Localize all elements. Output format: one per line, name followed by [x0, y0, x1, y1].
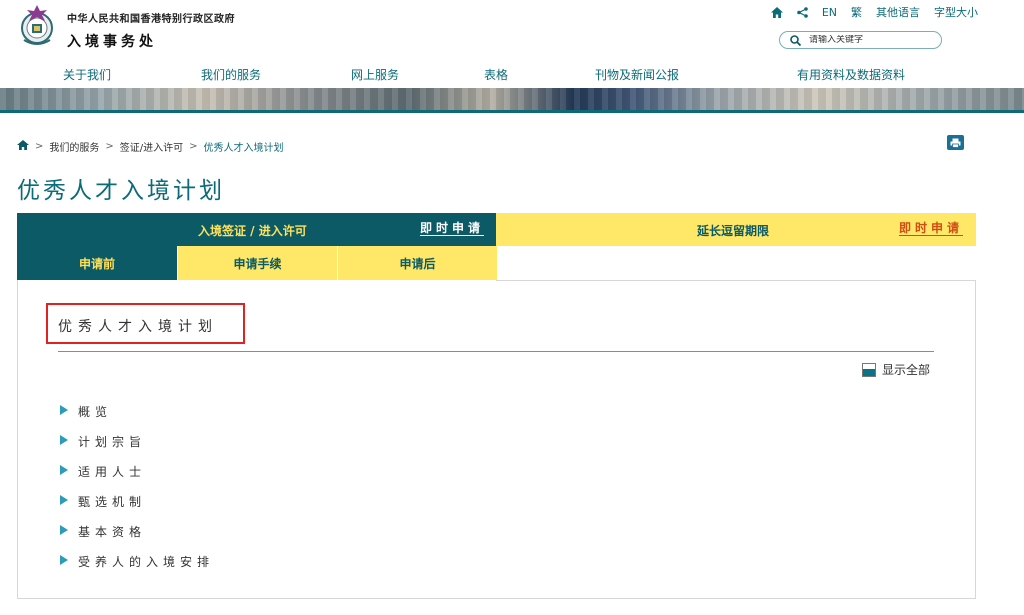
search-icon[interactable] — [790, 34, 801, 46]
immigration-department-logo[interactable] — [18, 2, 56, 50]
accordion-item-basic-eligibility[interactable]: 基本资格 — [60, 523, 214, 553]
share-icon[interactable] — [797, 6, 808, 18]
subtab-after-application[interactable]: 申请后 — [337, 246, 497, 280]
extension-apply-now-link[interactable]: 即时申请 — [899, 221, 964, 236]
breadcrumb: > 我们的服务 > 签证/进入许可 > 优秀人才入境计划 — [17, 139, 284, 154]
font-size-link[interactable]: 字型大小 — [934, 4, 978, 20]
page-title: 优秀人才入境计划 — [17, 178, 225, 204]
nav-online-services[interactable]: 网上服务 — [351, 66, 399, 83]
caret-right-icon — [60, 405, 68, 415]
caret-right-icon — [60, 465, 68, 475]
tab-entry-visa[interactable]: 入境签证 / 进入许可 即时申请 — [17, 213, 496, 246]
accordion-label: 基本资格 — [78, 525, 147, 539]
government-name: 中华人民共和国香港特别行政区政府 — [67, 14, 235, 25]
home-icon[interactable] — [770, 6, 783, 18]
nav-useful-information[interactable]: 有用资料及数据资料 — [797, 66, 905, 83]
accordion-item-overview[interactable]: 概览 — [60, 403, 214, 433]
printer-icon — [950, 138, 961, 148]
expand-all-icon[interactable] — [862, 362, 876, 377]
nav-forms[interactable]: 表格 — [484, 66, 508, 83]
header-banner-image — [0, 88, 1024, 110]
breadcrumb-separator: > — [189, 141, 198, 152]
show-all-label: 显示全部 — [882, 363, 931, 377]
search-input[interactable] — [809, 35, 929, 45]
breadcrumb-home-icon[interactable] — [17, 140, 29, 153]
organization-name[interactable]: 中华人民共和国香港特别行政区政府 入境事务处 — [67, 10, 235, 51]
department-name: 入境事务处 — [67, 34, 157, 50]
caret-right-icon — [60, 525, 68, 535]
subtab-before-application[interactable]: 申请前 — [17, 246, 177, 280]
site-header: 中华人民共和国香港特别行政区政府 入境事务处 EN 繁 其他语言 字型大小 关于… — [0, 0, 1024, 88]
accordion-label: 概览 — [78, 405, 113, 419]
caret-right-icon — [60, 495, 68, 505]
banner-divider — [0, 110, 1024, 113]
breadcrumb-current-page: 优秀人才入境计划 — [203, 143, 284, 154]
section-divider — [58, 351, 934, 352]
tab-entry-visa-label: 入境签证 / 进入许可 — [198, 224, 307, 238]
accordion-list: 概览 计划宗旨 适用人士 甄选机制 基本资格 受养人的入境安排 — [60, 403, 214, 583]
nav-about-us[interactable]: 关于我们 — [63, 66, 111, 83]
tab-extension-of-stay-label: 延长逗留期限 — [697, 224, 770, 238]
section-title: 优秀人才入境计划 — [58, 319, 218, 335]
language-traditional-link[interactable]: 繁 — [851, 4, 862, 20]
entry-visa-apply-now-link[interactable]: 即时申请 — [420, 221, 485, 236]
accordion-label: 适用人士 — [78, 465, 147, 479]
breadcrumb-separator: > — [35, 141, 44, 152]
accordion-label: 计划宗旨 — [78, 435, 147, 449]
tab-extension-of-stay[interactable]: 延长逗留期限 即时申请 — [496, 213, 976, 246]
accordion-item-objective[interactable]: 计划宗旨 — [60, 433, 214, 463]
other-languages-link[interactable]: 其他语言 — [876, 4, 920, 20]
utility-bar: EN 繁 其他语言 字型大小 — [770, 4, 978, 20]
breadcrumb-separator: > — [105, 141, 114, 152]
panel-top-border — [496, 280, 976, 281]
nav-publications-press[interactable]: 刊物及新闻公报 — [595, 66, 679, 83]
breadcrumb-our-services[interactable]: 我们的服务 — [49, 139, 99, 154]
print-button[interactable] — [947, 135, 964, 150]
accordion-item-eligible-persons[interactable]: 适用人士 — [60, 463, 214, 493]
sub-tabs: 申请前 申请手续 申请后 — [17, 246, 497, 280]
accordion-item-dependants[interactable]: 受养人的入境安排 — [60, 553, 214, 583]
accordion-label: 受养人的入境安排 — [78, 555, 215, 569]
accordion-label: 甄选机制 — [78, 495, 147, 509]
caret-right-icon — [60, 435, 68, 445]
breadcrumb-visa-entry-permit[interactable]: 签证/进入许可 — [120, 139, 183, 154]
accordion-item-selection-mechanism[interactable]: 甄选机制 — [60, 493, 214, 523]
show-all-toggle[interactable]: 显示全部 — [862, 361, 930, 378]
nav-our-services[interactable]: 我们的服务 — [201, 66, 261, 83]
subtab-application-procedure[interactable]: 申请手续 — [177, 246, 337, 280]
language-english-link[interactable]: EN — [822, 6, 837, 19]
search-box[interactable] — [779, 31, 942, 49]
main-navigation: 关于我们 我们的服务 网上服务 表格 刊物及新闻公报 有用资料及数据资料 — [0, 66, 1024, 86]
caret-right-icon — [60, 555, 68, 565]
